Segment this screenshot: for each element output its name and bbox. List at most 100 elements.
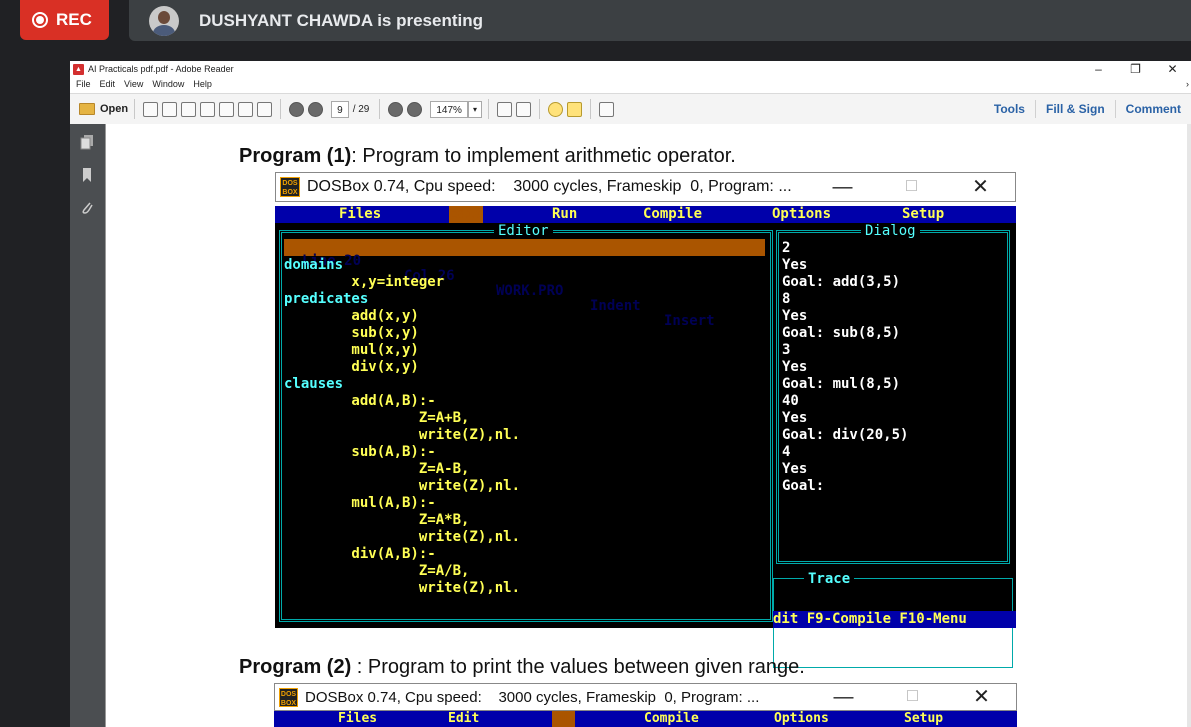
fullscreen-icon[interactable] <box>598 101 614 117</box>
previous-page-icon[interactable] <box>289 101 305 117</box>
dos2-menu-options[interactable]: Options <box>774 711 829 727</box>
code-line: predicates <box>284 291 369 307</box>
fit-width-icon[interactable] <box>515 101 531 117</box>
save-icon[interactable] <box>219 101 235 117</box>
minimize-button[interactable]: – <box>1080 61 1117 77</box>
scrollbar[interactable] <box>1187 124 1191 727</box>
combine-icon[interactable] <box>162 101 178 117</box>
dosbox2-title: DOSBox 0.74, Cpu speed: 3000 cycles, Fra… <box>305 688 760 706</box>
dosbox2-logo: DOS BOX <box>279 687 298 707</box>
dosbox-maximize-button[interactable]: ☐ <box>877 173 946 201</box>
dos-menu-options[interactable]: Options <box>772 206 831 223</box>
dosbox2-titlebar: DOS BOX DOSBox 0.74, Cpu speed: 3000 cyc… <box>274 683 1017 711</box>
dialog-line: 8 <box>782 291 791 307</box>
program1-description: : Program to implement arithmetic operat… <box>351 145 736 167</box>
code-line: div(A,B):- <box>284 546 436 562</box>
dosbox2-maximize-button[interactable]: ☐ <box>878 684 947 710</box>
program2-description: : Program to print the values between gi… <box>351 656 805 678</box>
dialog-line: 2 <box>782 240 791 256</box>
status-insert: Insert <box>664 313 715 329</box>
code-line: mul(x,y) <box>284 342 419 358</box>
fill-sign-link[interactable]: Fill & Sign <box>1034 100 1115 118</box>
create-pdf-icon[interactable] <box>143 101 159 117</box>
dosbox-minimize-button[interactable]: — <box>808 173 877 201</box>
pages-panel-icon[interactable] <box>80 134 94 150</box>
dos2-menu-files[interactable]: Files <box>338 711 377 727</box>
comment-icon[interactable] <box>547 101 563 117</box>
fit-page-icon[interactable] <box>496 101 512 117</box>
menu-overflow-icon[interactable]: › <box>1186 79 1189 89</box>
folder-icon <box>79 103 95 115</box>
dosbox-screen: Files Edit Run Compile Options Setup Edi… <box>275 206 1016 668</box>
comment-link[interactable]: Comment <box>1114 100 1191 118</box>
open-button[interactable]: Open <box>79 103 128 115</box>
dosbox-title: DOSBox 0.74, Cpu speed: 3000 cycles, Fra… <box>307 178 792 195</box>
code-line: sub(x,y) <box>284 325 419 341</box>
close-button[interactable]: ✕ <box>1154 61 1191 77</box>
code-line: Z=A-B, <box>284 461 470 477</box>
program2-label: Program (2) <box>239 656 352 678</box>
edit-pdf-icon[interactable] <box>181 101 197 117</box>
dos-menubar: Files Edit Run Compile Options Setup <box>275 206 1016 223</box>
code-line: Z=A+B, <box>284 410 470 426</box>
dos-menu-run[interactable]: Run <box>552 206 577 223</box>
menu-help[interactable]: Help <box>193 79 212 89</box>
dos2-menubar: Files Edit Run Compile Options Setup <box>274 711 1017 727</box>
tools-link[interactable]: Tools <box>984 100 1035 118</box>
dos-menu-setup[interactable]: Setup <box>902 206 944 223</box>
restore-button[interactable]: ❐ <box>1117 61 1154 77</box>
code-line: add(A,B):- <box>284 393 436 409</box>
reader-titlebar: ▲ AI Practicals pdf.pdf - Adobe Reader <box>70 61 1191 77</box>
dosbox2-minimize-button[interactable]: — <box>809 684 878 710</box>
recording-badge: REC <box>20 0 109 40</box>
menu-edit[interactable]: Edit <box>100 79 116 89</box>
zoom-in-icon[interactable] <box>407 101 423 117</box>
presenter-banner: DUSHYANT CHAWDA is presenting <box>129 0 1191 41</box>
menu-file[interactable]: File <box>76 79 91 89</box>
code-line: write(Z),nl. <box>284 427 521 443</box>
presenter-text: DUSHYANT CHAWDA is presenting <box>199 10 483 30</box>
dos2-menu-setup[interactable]: Setup <box>904 711 943 727</box>
upload-cloud-icon[interactable] <box>200 101 216 117</box>
page-total: / 29 <box>352 103 370 115</box>
dos-menu-compile[interactable]: Compile <box>643 206 702 223</box>
dosbox2-close-button[interactable]: ✕ <box>947 684 1016 710</box>
dos2-menu-edit[interactable]: Edit <box>448 711 479 727</box>
record-icon <box>32 12 48 28</box>
menu-window[interactable]: Window <box>152 79 184 89</box>
code-line: Z=A*B, <box>284 512 470 528</box>
bookmarks-icon[interactable] <box>80 167 94 183</box>
dosbox-titlebar: DOS BOX DOSBox 0.74, Cpu speed: 3000 cyc… <box>275 172 1016 202</box>
dialog-title: Dialog <box>861 223 920 239</box>
toolbar-divider <box>134 99 136 119</box>
dosbox-close-button[interactable]: ✕ <box>946 173 1015 201</box>
next-page-icon[interactable] <box>308 101 324 117</box>
attachments-icon[interactable] <box>80 200 94 216</box>
dos2-menu-run[interactable]: Run <box>552 711 576 727</box>
code-line: div(x,y) <box>284 359 419 375</box>
trace-title: Trace <box>804 571 855 587</box>
code-line: Z=A/B, <box>284 563 470 579</box>
dialog-line: Goal: add(3,5) <box>782 274 901 290</box>
zoom-input[interactable]: 147% <box>430 100 468 118</box>
dialog-line: 3 <box>782 342 791 358</box>
reader-window: ▲ AI Practicals pdf.pdf - Adobe Reader –… <box>70 61 1191 727</box>
dialog-line: Yes <box>782 461 808 477</box>
email-icon[interactable] <box>257 101 273 117</box>
editor-title: Editor <box>494 223 553 239</box>
menu-view[interactable]: View <box>124 79 143 89</box>
print-icon[interactable] <box>238 101 254 117</box>
dialog-line: Goal: mul(8,5) <box>782 376 901 392</box>
navigation-sidebar <box>70 124 105 727</box>
highlight-icon[interactable] <box>566 101 582 117</box>
page-number-input[interactable]: 9 <box>331 100 349 118</box>
dialog-line: 40 <box>782 393 799 409</box>
function-key-hint: dit F9-Compile F10-Menu <box>773 611 1016 628</box>
dialog-line: Yes <box>782 359 808 375</box>
zoom-dropdown-icon[interactable]: ▾ <box>467 100 482 118</box>
program1-label: Program (1) <box>239 145 352 167</box>
zoom-out-icon[interactable] <box>388 101 404 117</box>
dos2-menu-compile[interactable]: Compile <box>644 711 699 727</box>
dos-menu-edit[interactable]: Edit <box>449 206 483 223</box>
dos-menu-files[interactable]: Files <box>339 206 381 223</box>
